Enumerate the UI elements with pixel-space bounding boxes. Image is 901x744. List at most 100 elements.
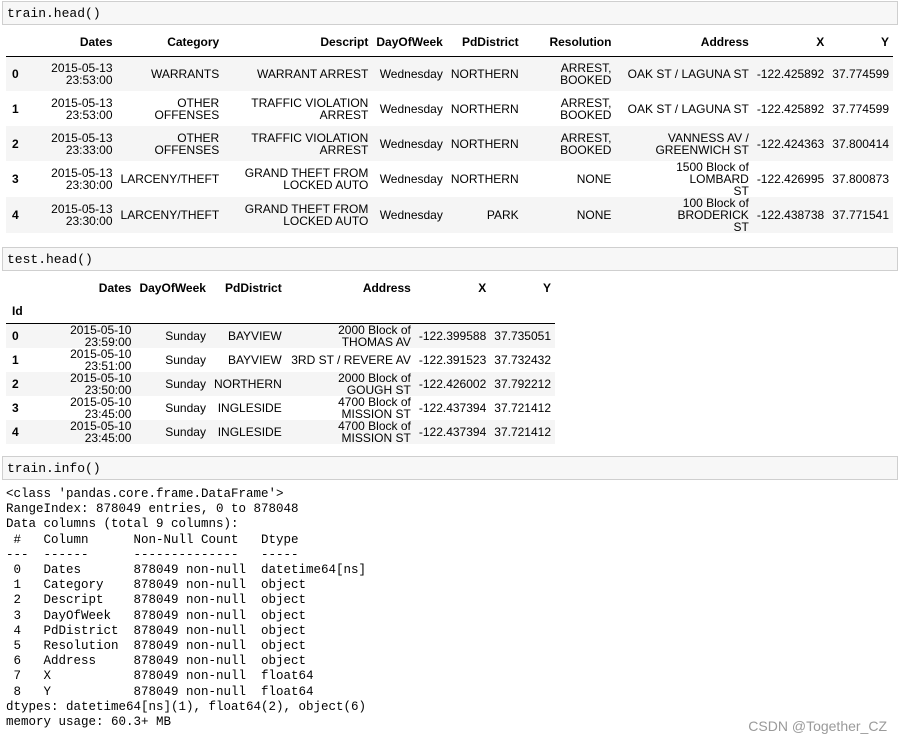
table-cell: 37.721412 (494, 424, 551, 439)
table-cell: NONE (576, 172, 612, 186)
index-header (6, 28, 44, 57)
table-cell: 37.800873 (832, 172, 889, 186)
table-cell: Wednesday (379, 172, 443, 186)
row-index: 1 (12, 352, 19, 367)
table-cell: GRAND THEFT FROM LOCKED AUTO (244, 166, 369, 192)
table-cell: 37.774599 (832, 66, 889, 81)
code-cell-train-info[interactable]: train.info() (2, 456, 898, 480)
table-row: 4 2015-05-10 23:45:00 Sunday INGLESIDE 4700 … (6, 418, 555, 445)
table-cell: GRAND THEFT FROM LOCKED AUTO (244, 202, 369, 228)
table-cell: 2015-05-13 23:33:00 (51, 130, 113, 157)
table-cell: 37.800414 (832, 136, 889, 151)
table-row: 3 2015-05-10 23:45:00 Sunday INGLESIDE 4700 … (6, 394, 555, 421)
table-row: 0 2015-05-10 23:59:00 Sunday BAYVIEW 2000 Bl… (6, 323, 555, 348)
row-index: 4 (12, 424, 19, 439)
table-cell: Sunday (165, 424, 206, 439)
table-cell: Sunday (165, 352, 206, 367)
table-row: 1 2015-05-10 23:51:00 Sunday BAYVIEW 3RD ST … (6, 346, 555, 373)
test-header-row: Dates DayOfWeek PdDistrict Address X Y (6, 277, 555, 299)
column-header: X (752, 28, 829, 57)
table-cell: INGLESIDE (217, 424, 282, 439)
table-cell: OTHER OFFENSES (154, 95, 220, 122)
code-train-head[interactable]: train.head() (7, 6, 101, 22)
table-cell: 37.792212 (494, 376, 551, 391)
table-row: 3 2015-05-13 23:30:00 LARCENY/THEFT GRAND TH… (6, 161, 893, 197)
table-cell: 2015-05-10 23:45:00 (70, 394, 132, 421)
table-row: 0 2015-05-13 23:53:00 WARRANTS WARRANT ARRES… (6, 56, 893, 91)
table-row: 4 2015-05-13 23:30:00 LARCENY/THEFT GRAND TH… (6, 197, 893, 233)
table-cell: Wednesday (379, 136, 443, 151)
table-cell: 2015-05-10 23:45:00 (70, 418, 132, 445)
table-cell: 3RD ST / REVERE AV (291, 352, 411, 367)
table-cell: -122.424363 (756, 136, 825, 151)
table-cell: NORTHERN (450, 136, 519, 151)
code-cell-test-head[interactable]: test.head() (2, 247, 898, 271)
table-cell: 37.771541 (832, 208, 889, 222)
table-cell: 2015-05-13 23:30:00 (51, 202, 113, 228)
index-name-row: Id (6, 299, 555, 324)
table-cell: OAK ST / LAGUNA ST (627, 101, 749, 116)
code-cell-train-head[interactable]: train.head() (2, 1, 898, 25)
table-cell: -122.426995 (756, 172, 825, 186)
table-cell: WARRANTS (150, 66, 220, 81)
row-index: 0 (12, 328, 19, 343)
table-cell: 37.735051 (494, 328, 551, 343)
row-index: 3 (12, 172, 19, 186)
table-cell: -122.438738 (756, 208, 825, 222)
table-cell: NORTHERN (213, 376, 282, 391)
watermark: CSDN @Together_CZ (748, 718, 887, 734)
table-cell: INGLESIDE (217, 400, 282, 415)
row-index: 2 (12, 136, 19, 151)
table-cell: -122.425892 (756, 66, 825, 81)
column-header: Category (116, 28, 224, 57)
row-index: 4 (12, 208, 19, 222)
code-test-head[interactable]: test.head() (7, 252, 93, 268)
table-cell: 2015-05-10 23:51:00 (70, 346, 132, 373)
table-cell: OAK ST / LAGUNA ST (627, 66, 749, 81)
table-cell: -122.426002 (418, 376, 487, 391)
column-header: X (478, 281, 487, 295)
table-cell: 2015-05-13 23:53:00 (51, 95, 113, 122)
table-cell: TRAFFIC VIOLATION ARREST (251, 130, 369, 157)
table-cell: Sunday (165, 328, 206, 343)
table-cell: 2000 Block of GOUGH ST (338, 370, 411, 397)
table-cell: LARCENY/THEFT (120, 208, 220, 222)
table-cell: BAYVIEW (227, 328, 282, 343)
table-cell: PARK (486, 208, 519, 222)
code-train-info[interactable]: train.info() (7, 461, 101, 477)
table-cell: ARREST, BOOKED (560, 130, 612, 157)
table-cell: BAYVIEW (227, 352, 282, 367)
table-cell: NORTHERN (450, 66, 519, 81)
index-name: Id (6, 299, 27, 324)
column-header: Dates (98, 281, 132, 295)
column-header: PdDistrict (225, 281, 282, 295)
table-cell: 100 Block of BRODERICK ST (677, 196, 749, 234)
table-cell: Sunday (165, 376, 206, 391)
table-cell: 2015-05-13 23:53:00 (51, 60, 113, 87)
column-header: PdDistrict (446, 28, 523, 57)
row-index: 1 (12, 101, 19, 116)
table-cell: -122.437394 (418, 400, 487, 415)
column-header: Descript (223, 28, 373, 57)
table-cell: -122.399588 (418, 328, 487, 343)
table-cell: 37.721412 (494, 400, 551, 415)
table-cell: ARREST, BOOKED (560, 60, 612, 87)
table-cell: -122.425892 (756, 101, 825, 116)
column-header: DayOfWeek (372, 28, 447, 57)
table-cell: LARCENY/THEFT (120, 172, 220, 186)
table-cell: -122.391523 (418, 352, 487, 367)
table-row: 1 2015-05-13 23:53:00 OTHER OFFENSES TRAFFIC … (6, 91, 893, 126)
table-cell: 2000 Block of THOMAS AV (338, 322, 411, 349)
row-index: 2 (12, 376, 19, 391)
table-cell: 2015-05-10 23:50:00 (70, 370, 132, 397)
column-header: DayOfWeek (139, 281, 206, 295)
row-index: 0 (12, 66, 19, 81)
table-cell: ARREST, BOOKED (560, 95, 612, 122)
table-cell: 2015-05-10 23:59:00 (70, 322, 132, 349)
column-header: Address (362, 281, 411, 295)
column-header: Dates (43, 28, 117, 57)
column-header: Address (615, 28, 753, 57)
table-cell: 4700 Block of MISSION ST (338, 394, 411, 421)
table-cell: WARRANT ARREST (257, 66, 369, 81)
train-header-row: Dates Category Descript DayOfWeek PdDistrict… (6, 28, 893, 57)
